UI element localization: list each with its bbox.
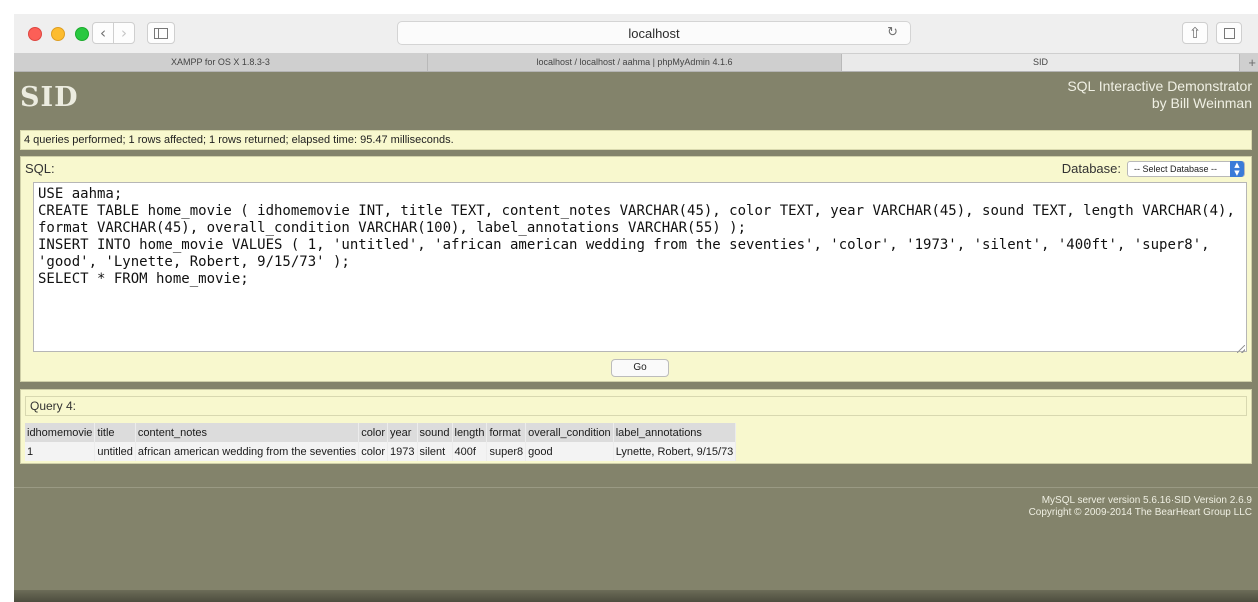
tagline-author: by Bill Weinman <box>1151 95 1252 111</box>
tab-sid[interactable]: SID <box>842 54 1240 71</box>
results-table: idhomemovie title content_notes color ye… <box>25 423 737 461</box>
go-button[interactable]: Go <box>611 359 669 377</box>
share-icon: ⇧ <box>1188 24 1202 42</box>
table-cell: silent <box>417 442 453 461</box>
share-button[interactable]: ⇧ <box>1182 22 1208 44</box>
column-header: idhomemovie <box>25 423 96 442</box>
app-tagline: SQL Interactive Demonstrator by Bill Wei… <box>1067 78 1252 112</box>
tab-xampp[interactable]: XAMPP for OS X 1.8.3-3 <box>14 54 428 71</box>
window-controls <box>28 27 94 46</box>
column-header: title <box>94 423 136 442</box>
tagline-title: SQL Interactive Demonstrator <box>1067 78 1252 94</box>
zoom-window-button[interactable] <box>74 27 89 41</box>
minimize-window-button[interactable] <box>51 27 66 41</box>
table-cell: color <box>358 442 389 461</box>
address-text: localhost <box>628 26 680 41</box>
resize-grip-icon[interactable] <box>1237 345 1245 353</box>
table-cell: 1973 <box>387 442 418 461</box>
select-arrows-icon: ▲ ▼ <box>1230 161 1244 177</box>
browser-toolbar: ‹ › localhost ↻ ⇧ <box>14 14 1258 54</box>
sql-panel: SQL: Database: -- Select Database -- ▲ ▼ … <box>20 156 1252 382</box>
footer: MySQL server version 5.6.16·SID Version … <box>1029 495 1252 519</box>
column-header: content_notes <box>135 423 360 442</box>
column-header: sound <box>417 423 453 442</box>
show-tabs-button[interactable] <box>1216 22 1242 44</box>
table-cell: super8 <box>486 442 527 461</box>
tabs-icon <box>1223 28 1235 39</box>
server-version: MySQL server version 5.6.16·SID Version … <box>1041 495 1252 506</box>
close-window-button[interactable] <box>28 27 42 41</box>
sql-label: SQL: <box>25 161 55 176</box>
page-content: SID SQL Interactive Demonstrator by Bill… <box>14 72 1258 602</box>
sidebar-icon <box>154 28 168 39</box>
column-header: color <box>358 423 389 442</box>
database-select-value: -- Select Database -- <box>1134 164 1218 174</box>
status-bar: 4 queries performed; 1 rows affected; 1 … <box>20 130 1252 150</box>
address-bar[interactable]: localhost ↻ <box>397 21 911 45</box>
table-cell: 400f <box>452 442 488 461</box>
tab-phpmyadmin[interactable]: localhost / localhost / aahma | phpMyAdm… <box>428 54 842 71</box>
forward-button[interactable]: › <box>113 22 135 44</box>
plus-icon[interactable]: + <box>1248 54 1256 71</box>
column-header: year <box>387 423 418 442</box>
sql-textarea[interactable]: USE aahma; CREATE TABLE home_movie ( idh… <box>33 182 1247 352</box>
table-cell: 1 <box>25 442 96 461</box>
database-label: Database: <box>1061 161 1121 176</box>
back-button[interactable]: ‹ <box>92 22 114 44</box>
footer-divider <box>14 487 1258 488</box>
chevron-left-icon: ‹ <box>100 24 106 42</box>
bottom-shadow <box>14 590 1258 602</box>
column-header: length <box>452 423 488 442</box>
table-row: 1 untitled african american wedding from… <box>25 442 737 461</box>
column-header: label_annotations <box>613 423 737 442</box>
table-cell: african american wedding from the sevent… <box>135 442 360 461</box>
column-header: overall_condition <box>525 423 614 442</box>
table-cell: good <box>525 442 614 461</box>
query-title: Query 4: <box>25 396 1247 416</box>
database-select[interactable]: -- Select Database -- ▲ ▼ <box>1127 161 1245 177</box>
table-cell: Lynette, Robert, 9/15/73 <box>613 442 737 461</box>
reload-icon[interactable]: ↻ <box>887 25 898 40</box>
table-header-row: idhomemovie title content_notes color ye… <box>25 423 737 442</box>
copyright: Copyright © 2009-2014 The BearHeart Grou… <box>1028 507 1252 518</box>
chevron-right-icon: › <box>121 24 127 42</box>
app-logo: SID <box>20 82 79 113</box>
tab-strip: XAMPP for OS X 1.8.3-3 localhost / local… <box>14 54 1258 72</box>
sidebar-toggle-button[interactable] <box>147 22 175 44</box>
results-panel: Query 4: idhomemovie title content_notes… <box>20 389 1252 464</box>
column-header: format <box>486 423 527 442</box>
table-cell: untitled <box>94 442 136 461</box>
